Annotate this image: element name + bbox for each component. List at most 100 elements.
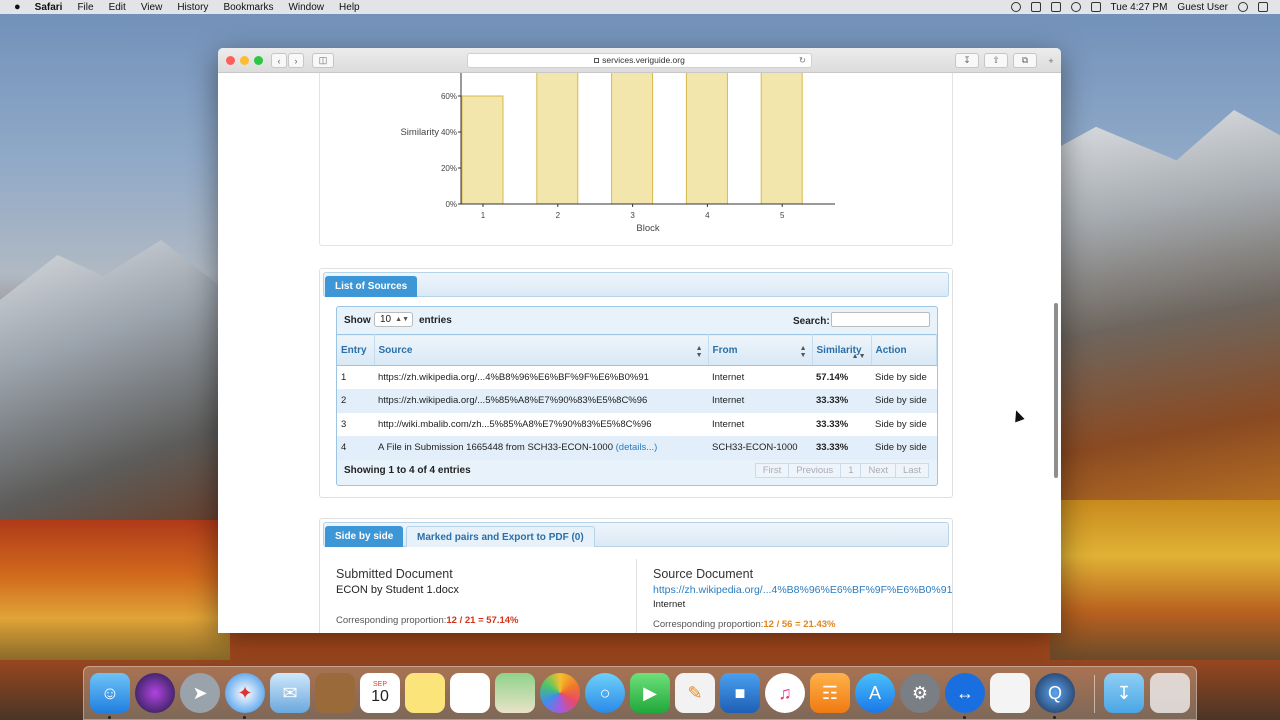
new-tab-button[interactable]: + — [1044, 53, 1058, 68]
record-icon[interactable] — [1010, 2, 1021, 12]
books-icon[interactable]: ☶ — [810, 673, 850, 713]
system-preferences-icon[interactable]: ⚙ — [900, 673, 940, 713]
zoom-window-button[interactable] — [254, 56, 263, 65]
chart-bar — [611, 73, 654, 205]
tab-list-of-sources[interactable]: List of Sources — [325, 276, 418, 297]
facetime-icon[interactable]: ▶ — [630, 673, 670, 713]
pager-next[interactable]: Next — [860, 463, 897, 478]
close-window-button[interactable] — [226, 56, 235, 65]
pagination: First Previous 1 Next Last — [754, 463, 929, 478]
app-store-icon[interactable]: A — [855, 673, 895, 713]
stickies-icon[interactable] — [405, 673, 445, 713]
finder-icon[interactable]: ☺ — [90, 673, 130, 713]
menu-edit[interactable]: Edit — [109, 2, 126, 13]
minimize-window-button[interactable] — [240, 56, 249, 65]
maps-icon[interactable] — [495, 673, 535, 713]
y-tick-label: 40% — [441, 128, 457, 137]
messages-icon[interactable]: ○ — [585, 673, 625, 713]
column-header-entry[interactable]: Entry — [337, 334, 375, 366]
similarity-chart-panel: 0% 20% 40% 60% 1 2 3 4 5 Similarity Block — [319, 73, 953, 246]
running-indicator — [108, 716, 111, 719]
address-bar[interactable]: services.veriguide.org ↻ — [467, 53, 812, 68]
menu-history[interactable]: History — [177, 2, 208, 13]
sources-table-wrapper: Show 10 ▲▼ entries Search: Entry Source ▲… — [336, 306, 938, 486]
cell-similarity: 57.14% — [812, 365, 871, 389]
tabs-overview-icon[interactable]: ⧉ — [1013, 53, 1037, 68]
cell-from: SCH33-ECON-1000 — [708, 436, 812, 460]
entries-per-page-select[interactable]: 10 ▲▼ — [374, 312, 413, 327]
photos-icon[interactable] — [540, 673, 580, 713]
menu-safari[interactable]: Safari — [35, 2, 63, 13]
notification-center-icon[interactable] — [1258, 2, 1268, 12]
menu-file[interactable]: File — [77, 2, 93, 13]
safari-icon[interactable]: ✦ — [225, 673, 265, 713]
scrollbar-thumb[interactable] — [1054, 303, 1058, 478]
siri-icon[interactable] — [135, 673, 175, 713]
music-icon[interactable]: ♫ — [765, 673, 805, 713]
side-by-side-link[interactable]: Side by side — [871, 412, 937, 436]
running-indicator — [243, 716, 246, 719]
notes-app-icon[interactable] — [315, 673, 355, 713]
pager-previous[interactable]: Previous — [788, 463, 842, 478]
apple-menu-icon[interactable]: ● — [14, 1, 21, 13]
wifi-icon[interactable] — [1070, 2, 1081, 12]
column-header-from[interactable]: From ▲ ▼ — [708, 334, 813, 366]
cell-from: Internet — [708, 365, 812, 389]
source-document-column: Source Document https://zh.wikipedia.org… — [653, 567, 952, 630]
downloads-icon[interactable]: ↧ — [955, 53, 979, 68]
tab-side-by-side[interactable]: Side by side — [325, 526, 404, 547]
cell-source: https://zh.wikipedia.org/...5%85%A8%E7%9… — [374, 389, 708, 413]
volume-icon[interactable] — [1090, 2, 1101, 12]
proportion-label: Corresponding proportion: — [653, 619, 764, 630]
side-by-side-link[interactable]: Side by side — [871, 365, 937, 389]
details-link[interactable]: (details...) — [616, 442, 658, 453]
pager-last[interactable]: Last — [895, 463, 929, 478]
running-indicator — [1053, 716, 1056, 719]
pages-icon[interactable]: ✎ — [675, 673, 715, 713]
search-input[interactable] — [831, 312, 930, 327]
submitted-document-name: ECON by Student 1.docx — [336, 584, 459, 596]
quicktime-icon[interactable]: Q — [1035, 673, 1075, 713]
x-tick-label: 3 — [630, 211, 635, 220]
mail-icon[interactable]: ✉ — [270, 673, 310, 713]
menubar-clock[interactable]: Tue 4:27 PM — [1111, 2, 1168, 13]
column-header-action[interactable]: Action — [871, 334, 937, 366]
cell-entry: 4 — [337, 436, 374, 460]
share-icon[interactable]: ⇧ — [984, 53, 1008, 68]
menu-bookmarks[interactable]: Bookmarks — [223, 2, 273, 13]
menubar-user[interactable]: Guest User — [1177, 2, 1228, 13]
trash-icon[interactable] — [1150, 673, 1190, 713]
downloads-folder-icon[interactable]: ↧ — [1104, 673, 1144, 713]
menu-view[interactable]: View — [141, 2, 163, 13]
spotlight-search-icon[interactable] — [1238, 2, 1248, 12]
pager-page-1[interactable]: 1 — [840, 463, 862, 478]
column-header-similarity[interactable]: Similarity ▲▼ — [812, 334, 872, 366]
column-header-source[interactable]: Source ▲ ▼ — [374, 334, 709, 366]
tab-marked-pairs[interactable]: Marked pairs and Export to PDF (0) — [406, 526, 595, 547]
menu-help[interactable]: Help — [339, 2, 360, 13]
y-tick-label: 60% — [441, 92, 457, 101]
launchpad-icon[interactable]: ➤ — [180, 673, 220, 713]
airplay-icon[interactable] — [1050, 2, 1061, 12]
pager-first[interactable]: First — [754, 463, 790, 478]
side-by-side-link[interactable]: Side by side — [871, 389, 937, 413]
keynote-icon[interactable]: ■ — [720, 673, 760, 713]
lock-icon — [594, 58, 600, 63]
teamviewer-icon[interactable]: ↔ — [945, 673, 985, 713]
back-button[interactable]: ‹ — [271, 53, 287, 68]
forward-button[interactable]: › — [288, 53, 304, 68]
source-document-heading: Source Document — [653, 567, 754, 581]
submitted-document-column: Submitted Document ECON by Student 1.doc… — [336, 567, 518, 626]
source-document-link[interactable]: https://zh.wikipedia.org/...4%B8%96%E6%B… — [653, 584, 952, 596]
reminders-icon[interactable] — [450, 673, 490, 713]
sources-table: Entry Source ▲ ▼ From ▲ ▼ Similarity ▲▼ Actio… — [337, 334, 937, 460]
menu-window[interactable]: Window — [288, 2, 324, 13]
cell-similarity: 33.33% — [812, 389, 871, 413]
reload-icon[interactable]: ↻ — [799, 54, 806, 67]
page-scrollbar[interactable] — [1053, 73, 1061, 633]
calendar-icon[interactable]: SEP 10 — [360, 673, 400, 713]
textedit-icon[interactable] — [990, 673, 1030, 713]
teamviewer-status-icon[interactable] — [1030, 2, 1041, 12]
sidebar-toggle-icon[interactable]: ◫ — [312, 53, 334, 68]
side-by-side-link[interactable]: Side by side — [871, 436, 937, 460]
